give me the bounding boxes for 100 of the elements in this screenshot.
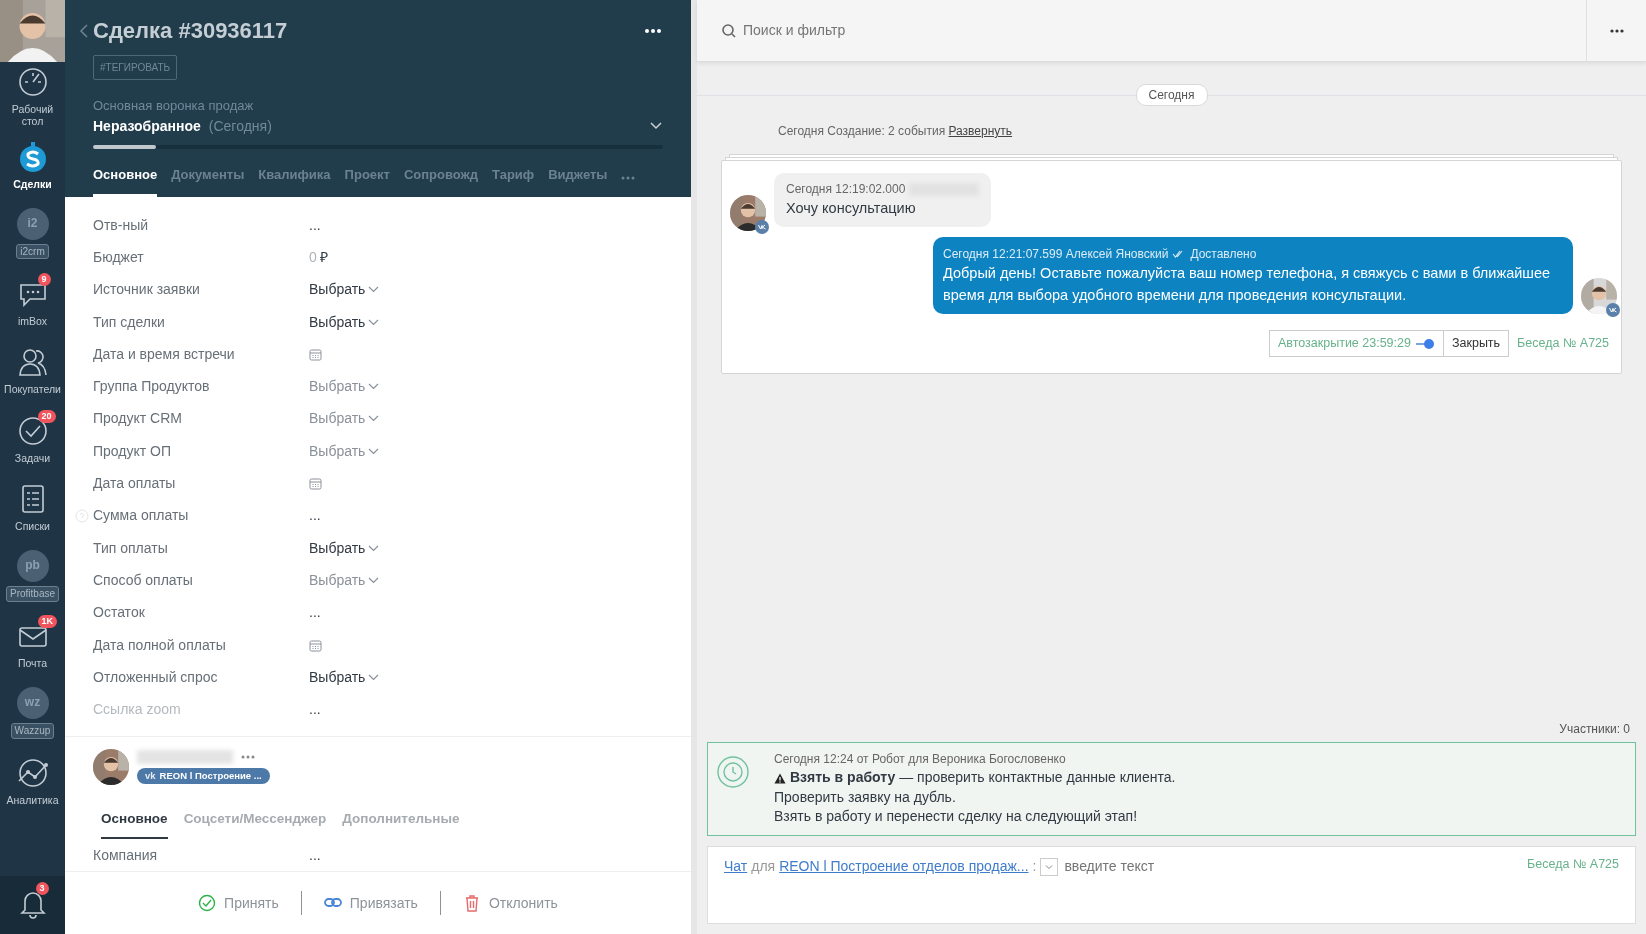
tab[interactable]: Основное	[93, 156, 158, 197]
contact-link[interactable]: REON l Построение отделов продаж...	[779, 856, 1029, 877]
message-composer[interactable]: Чат для REON l Построение отделов продаж... : введите текст Беседа № A725	[707, 846, 1636, 924]
stage-name: Неразобранное	[93, 116, 201, 136]
sidebar-item[interactable]: wz Wazzup	[0, 678, 65, 747]
field-label: Компания	[93, 845, 159, 865]
tab[interactable]: Тариф	[492, 156, 535, 197]
currency-sign: ₽	[319, 247, 328, 267]
message-meta: Сегодня 12:21:07.599 Алексей Яновский	[943, 245, 1169, 263]
field-label: Дата оплаты	[93, 474, 177, 493]
sidebar-item[interactable]: Рабочий стол	[0, 62, 65, 131]
widget-label: i2crm	[16, 243, 49, 259]
tab[interactable]: Основное	[101, 800, 168, 839]
field-value[interactable]: ...	[309, 699, 321, 721]
warning-icon	[774, 772, 786, 784]
field-label: Тип сделки	[93, 312, 166, 332]
calendar-icon[interactable]	[309, 347, 322, 361]
select-dropdown[interactable]: Выбрать	[309, 666, 380, 688]
close-button[interactable]: Закрыть	[1443, 330, 1510, 357]
tab[interactable]: Сопровожд	[403, 156, 479, 197]
chevron-down-icon[interactable]	[649, 121, 663, 131]
sidebar-item[interactable]: Аналитика	[0, 747, 65, 816]
field-label: Продукт ОП	[93, 441, 173, 461]
select-dropdown[interactable]: Выбрать	[309, 537, 380, 559]
tab[interactable]: Виджеты	[548, 156, 608, 197]
conversation-number: Беседа № A725	[1517, 335, 1609, 353]
message-text: Добрый день! Оставьте пожалуйста ваш номер телефона, я свяжусь с вами в ближайшее время для выбора удобного времени для проведения консультации.	[943, 263, 1552, 305]
widget-label: Profitbase	[6, 586, 59, 602]
field-label: Способ оплаты	[93, 570, 194, 590]
pipeline-name: Основная воронка продаж	[93, 97, 255, 115]
field-label: Источник заявки	[93, 280, 201, 300]
field-label: Остаток	[93, 603, 146, 623]
chevron-down-icon	[368, 673, 380, 681]
field-label: Группа Продуктов	[93, 377, 211, 397]
select-dropdown[interactable]: Выбрать	[309, 408, 380, 430]
field-value[interactable]: ...	[309, 602, 321, 624]
expand-link[interactable]: Развернуть	[948, 124, 1013, 138]
field-value[interactable]: ...	[309, 214, 321, 236]
search-icon	[721, 22, 737, 39]
field-label: Бюджет	[93, 247, 145, 267]
select-dropdown[interactable]: Выбрать	[309, 279, 380, 301]
autoclose-toggle[interactable]: Автозакрытие 23:59:29	[1268, 330, 1444, 357]
more-icon[interactable]	[643, 27, 663, 34]
select-dropdown[interactable]: Выбрать	[309, 376, 380, 398]
tab[interactable]: Документы	[171, 156, 245, 197]
sidebar-item[interactable]: 20 Задачи	[0, 404, 65, 473]
stage-date: (Сегодня)	[208, 116, 273, 136]
tag-button[interactable]: #ТЕГИРОВАТЬ	[93, 55, 178, 80]
delivery-status: Доставлено	[1190, 245, 1257, 263]
sidebar-item[interactable]: Покупатели	[0, 336, 65, 405]
field-label: Дата и время встречи	[93, 344, 236, 364]
connector-text: для	[751, 857, 776, 876]
calendar-icon[interactable]	[309, 638, 322, 652]
count-badge: 3	[35, 882, 49, 895]
deal-title: Сделка #30936117	[93, 17, 289, 45]
tab[interactable]: Квалифика	[258, 156, 331, 197]
chevron-down-icon	[368, 318, 380, 326]
message-input[interactable]: введите текст	[1062, 855, 1263, 878]
field-value[interactable]: ...	[309, 844, 321, 866]
sidebar-item[interactable]: Списки	[0, 473, 65, 542]
event-summary: Сегодня Создание: 2 события	[778, 124, 947, 138]
select-dropdown[interactable]: Выбрать	[309, 440, 380, 462]
colon-text: :	[1032, 857, 1037, 876]
widget-logo: pb	[16, 550, 49, 582]
sidebar-item[interactable]: Сделки	[0, 130, 65, 199]
message-text: Хочу консультацию	[786, 199, 917, 218]
field-label: Сумма оплаты	[93, 506, 190, 526]
field-label: Отложенный спрос	[93, 667, 219, 687]
action-button[interactable]: Отклонить	[456, 891, 564, 915]
back-chevron-icon[interactable]	[77, 22, 91, 39]
field-label: Тип оплаты	[93, 538, 169, 558]
tab[interactable]: Дополнительные	[342, 800, 460, 839]
check-circle-icon	[198, 894, 217, 913]
tab[interactable]: Проект	[344, 156, 390, 197]
chevron-down-icon	[368, 447, 380, 455]
task-meta: Сегодня 12:24 от Робот для Вероника Богословенко	[774, 751, 1067, 769]
dropdown-caret-icon[interactable]	[1040, 857, 1059, 876]
contact-tag[interactable]: vk REON l Построение ...	[137, 767, 270, 784]
field-value[interactable]: ...	[309, 505, 321, 527]
field-label: Ссылка zoom	[93, 700, 182, 720]
conversation-number: Беседа № A725	[1527, 856, 1619, 873]
widget-logo: wz	[16, 687, 49, 719]
count-badge: 9	[37, 272, 51, 286]
chat-link[interactable]: Чат	[724, 856, 748, 877]
sidebar-item[interactable]: 1K Почта	[0, 610, 65, 679]
widget-label: Wazzup	[10, 723, 55, 739]
calendar-icon[interactable]	[309, 477, 322, 490]
tab[interactable]: Соцсети/Мессенджер	[183, 800, 327, 839]
search-field[interactable]: Поиск и фильтр	[741, 19, 1041, 42]
count-badge: 1K	[37, 615, 57, 628]
field-label: Дата полной оплаты	[93, 635, 227, 655]
action-button[interactable]: Принять	[192, 891, 285, 915]
sidebar-item[interactable]: i2 i2crm	[0, 199, 65, 268]
message-meta: Сегодня 12:19:02.000	[786, 181, 906, 198]
more-icon[interactable]	[1609, 28, 1624, 33]
action-button[interactable]: Привязать	[317, 891, 424, 915]
sidebar-item[interactable]: pb Profitbase	[0, 541, 65, 610]
sidebar-item[interactable]: 9 imBox	[0, 267, 65, 336]
select-dropdown[interactable]: Выбрать	[309, 569, 380, 591]
select-dropdown[interactable]: Выбрать	[309, 311, 380, 333]
